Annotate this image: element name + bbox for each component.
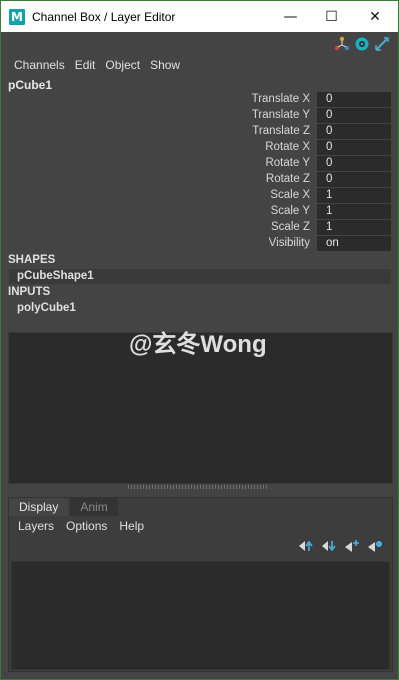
attribute-value-field[interactable]: 0 xyxy=(317,124,391,139)
channel-box-toolbar xyxy=(334,36,390,52)
menu-edit[interactable]: Edit xyxy=(70,56,101,74)
new-layer-selected-icon[interactable] xyxy=(367,539,383,553)
attribute-label[interactable]: Translate Z xyxy=(252,125,310,137)
move-layer-down-icon[interactable] xyxy=(321,539,337,553)
menu-object[interactable]: Object xyxy=(100,56,145,74)
layer-editor-tabs: Display Anim xyxy=(9,498,120,516)
maya-app-icon: M xyxy=(9,8,25,25)
attribute-value-field[interactable]: 1 xyxy=(317,220,391,235)
minimize-button[interactable]: — xyxy=(270,1,311,32)
attribute-row-rotate-x: Rotate X 0 xyxy=(1,140,398,156)
attribute-value-field[interactable]: 1 xyxy=(317,188,391,203)
panel-splitter-handle[interactable] xyxy=(128,485,268,489)
attribute-value-field[interactable]: 0 xyxy=(317,92,391,107)
attribute-row-translate-z: Translate Z 0 xyxy=(1,124,398,140)
attribute-value-field[interactable]: 0 xyxy=(317,156,391,171)
tab-display[interactable]: Display xyxy=(9,498,69,516)
attribute-value-field[interactable]: on xyxy=(317,236,391,251)
attribute-label[interactable]: Scale Z xyxy=(271,221,310,233)
layer-editor-menubar: Layers Options Help xyxy=(12,518,150,534)
attribute-label[interactable]: Translate X xyxy=(252,93,310,105)
attribute-label[interactable]: Rotate X xyxy=(265,141,310,153)
menu-channels[interactable]: Channels xyxy=(9,56,70,74)
new-layer-icon[interactable] xyxy=(344,539,360,553)
layer-editor-toolbar xyxy=(298,539,383,553)
close-button[interactable]: ✕ xyxy=(352,1,398,32)
menu-help[interactable]: Help xyxy=(113,518,150,534)
menu-options[interactable]: Options xyxy=(60,518,113,534)
attribute-value-field[interactable]: 0 xyxy=(317,140,391,155)
attribute-label[interactable]: Visibility xyxy=(269,237,310,249)
input-node-item[interactable]: polyCube1 xyxy=(9,301,391,316)
attribute-row-scale-y: Scale Y 1 xyxy=(1,204,398,220)
channel-box-menubar: Channels Edit Object Show xyxy=(9,56,185,74)
attribute-row-rotate-z: Rotate Z 0 xyxy=(1,172,398,188)
menu-show[interactable]: Show xyxy=(145,56,185,74)
attribute-row-scale-z: Scale Z 1 xyxy=(1,220,398,236)
menu-layers[interactable]: Layers xyxy=(12,518,60,534)
shape-node-item[interactable]: pCubeShape1 xyxy=(9,269,391,284)
display-toggle-icon[interactable] xyxy=(354,36,370,52)
attribute-list: Translate X 0 Translate Y 0 Translate Z … xyxy=(1,92,398,252)
attribute-value-field[interactable]: 0 xyxy=(317,108,391,123)
layer-editor-panel: Display Anim Layers Options Help xyxy=(8,497,393,672)
attribute-value-field[interactable]: 0 xyxy=(317,172,391,187)
tab-anim[interactable]: Anim xyxy=(70,498,118,516)
inputs-section-label: INPUTS xyxy=(8,286,51,298)
attribute-row-translate-x: Translate X 0 xyxy=(1,92,398,108)
attribute-row-rotate-y: Rotate Y 0 xyxy=(1,156,398,172)
watermark-text: @玄冬Wong xyxy=(129,331,267,358)
attribute-row-translate-y: Translate Y 0 xyxy=(1,108,398,124)
selected-node-name[interactable]: pCube1 xyxy=(8,78,52,92)
window-title: Channel Box / Layer Editor xyxy=(32,9,176,24)
attribute-label[interactable]: Rotate Z xyxy=(266,173,310,185)
layer-list[interactable] xyxy=(11,561,390,670)
shapes-section-label: SHAPES xyxy=(8,254,56,266)
attribute-row-scale-x: Scale X 1 xyxy=(1,188,398,204)
attribute-label[interactable]: Rotate Y xyxy=(265,157,310,169)
move-layer-up-icon[interactable] xyxy=(298,539,314,553)
attribute-row-visibility: Visibility on xyxy=(1,236,398,252)
title-bar[interactable]: M Channel Box / Layer Editor — ☐ ✕ xyxy=(1,1,398,32)
attribute-label[interactable]: Translate Y xyxy=(252,109,310,121)
attribute-value-field[interactable]: 1 xyxy=(317,204,391,219)
attribute-label[interactable]: Scale Y xyxy=(271,205,310,217)
channel-box-window: M Channel Box / Layer Editor — ☐ ✕ Chann… xyxy=(0,0,399,680)
attribute-label[interactable]: Scale X xyxy=(270,189,310,201)
maximize-button[interactable]: ☐ xyxy=(311,1,352,32)
edit-attribute-icon[interactable] xyxy=(374,36,390,52)
channel-box-tools-icon[interactable] xyxy=(334,36,350,52)
